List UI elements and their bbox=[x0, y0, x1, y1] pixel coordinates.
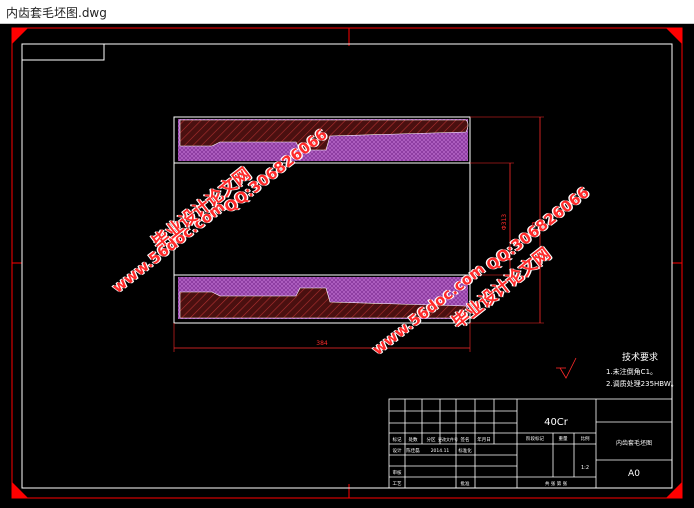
cad-model-space[interactable]: 384 Φ313 Φ 技术要求 1.未注倒角C1。 2.调质处理235HBW。 bbox=[0, 24, 694, 508]
tb-process-label: 工艺 bbox=[393, 481, 402, 487]
title-block-part-name: 内齿套毛坯图 bbox=[616, 439, 652, 447]
corner-mark-bl bbox=[12, 482, 28, 498]
title-block-scale: 1:2 bbox=[581, 465, 589, 471]
title-block-sheet-code: A0 bbox=[628, 469, 640, 479]
corner-mark-br bbox=[666, 482, 682, 498]
corner-mark-tl bbox=[12, 28, 28, 44]
tb-header-3: 更改文件号 bbox=[438, 436, 458, 442]
window-title-bar: 内齿套毛坯图.dwg bbox=[0, 0, 694, 24]
title-block-material: 40Cr bbox=[544, 417, 569, 428]
tech-req-heading: 技术要求 bbox=[622, 351, 658, 363]
tb-design-date: 2014.11 bbox=[431, 448, 450, 454]
tb-header-1: 处数 bbox=[409, 436, 418, 443]
tb-stage-header: 阶段标记 bbox=[526, 435, 544, 442]
outer-frame bbox=[11, 27, 683, 499]
tb-header-2: 分区 bbox=[427, 436, 436, 443]
tb-sheet-info: 共 张 第 张 bbox=[545, 480, 568, 487]
dim-bore-label: Φ313 bbox=[501, 214, 508, 230]
cad-drawing: 384 Φ313 Φ 技术要求 1.未注倒角C1。 2.调质处理235HBW。 bbox=[11, 27, 683, 499]
tb-approve-label: 批准 bbox=[461, 480, 470, 487]
tech-req-line-2: 2.调质处理235HBW。 bbox=[606, 379, 678, 388]
tb-weight-header: 重量 bbox=[559, 435, 568, 442]
dim-length-label: 384 bbox=[316, 340, 328, 347]
tb-header-5: 年月日 bbox=[477, 436, 491, 443]
inner-border bbox=[21, 43, 673, 489]
tb-standard-label: 标准化 bbox=[458, 447, 472, 454]
corner-mark-tr bbox=[666, 28, 682, 44]
tb-header-0: 标记 bbox=[393, 436, 402, 443]
tech-req-line-1: 1.未注倒角C1。 bbox=[606, 367, 657, 376]
tb-design-name: 陈佳磊 bbox=[406, 447, 420, 454]
drawing-code-box bbox=[21, 43, 105, 61]
window-title: 内齿套毛坯图.dwg bbox=[6, 6, 107, 20]
tb-header-4: 签名 bbox=[461, 436, 470, 443]
tb-review-label: 审核 bbox=[393, 469, 402, 476]
tb-design-label: 设计 bbox=[393, 447, 402, 454]
tb-scale-header: 比例 bbox=[581, 435, 590, 442]
